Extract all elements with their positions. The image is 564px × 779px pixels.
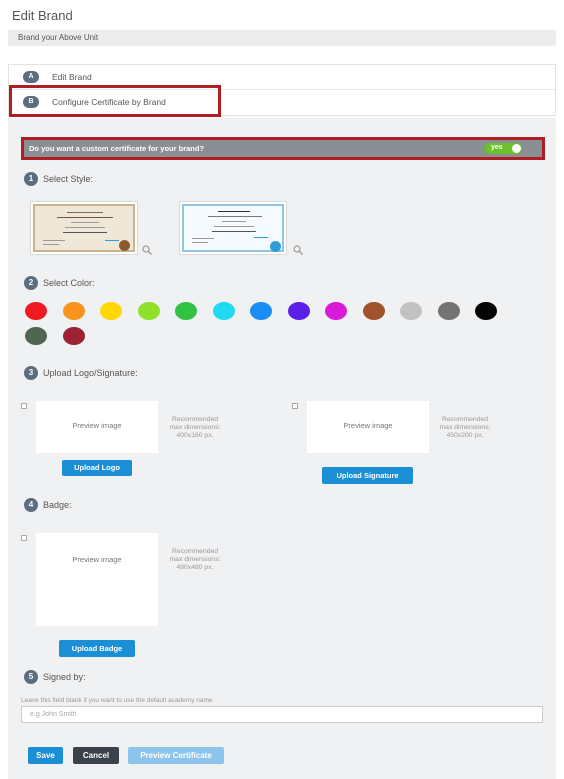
- section-title-signed-by: Signed by:: [43, 672, 86, 682]
- upload-logo-button[interactable]: Upload Logo: [62, 460, 132, 476]
- section-title-color: Select Color:: [43, 278, 95, 288]
- upload-signature-button[interactable]: Upload Signature: [322, 467, 413, 484]
- badge-preview: Preview image: [36, 533, 158, 626]
- color-swatch[interactable]: [175, 302, 197, 320]
- section-number: 3: [24, 366, 38, 380]
- preview-certificate-button[interactable]: Preview Certificate: [128, 747, 224, 764]
- signed-by-input[interactable]: [21, 706, 543, 723]
- color-swatch[interactable]: [437, 302, 460, 320]
- color-swatch[interactable]: [62, 327, 85, 345]
- color-swatch[interactable]: [362, 302, 385, 320]
- color-swatch[interactable]: [137, 302, 160, 320]
- color-swatch[interactable]: [325, 302, 347, 320]
- signature-checkbox[interactable]: [292, 403, 298, 409]
- zoom-icon[interactable]: [293, 245, 303, 255]
- seal-icon: [270, 241, 281, 252]
- section-title-upload: Upload Logo/Signature:: [43, 368, 138, 378]
- highlight-box: [21, 137, 545, 160]
- certificate-thumbnail: [182, 204, 284, 252]
- section-number: 2: [24, 276, 38, 290]
- cancel-button[interactable]: Cancel: [73, 747, 119, 764]
- page-title: Edit Brand: [12, 8, 73, 23]
- section-title-style: Select Style:: [43, 174, 94, 184]
- color-swatch[interactable]: [62, 302, 85, 320]
- color-swatch[interactable]: [212, 302, 235, 320]
- upload-badge-button[interactable]: Upload Badge: [59, 640, 135, 657]
- color-swatch[interactable]: [100, 302, 122, 320]
- logo-checkbox[interactable]: [21, 403, 27, 409]
- color-swatch[interactable]: [287, 302, 310, 320]
- badge-recommendation: Recommended max dimensions: 480x480 px.: [169, 548, 221, 571]
- page-subtitle-bar: Brand your Above Unit: [8, 30, 556, 46]
- section-number: 4: [24, 498, 38, 512]
- preview-text: Preview image: [343, 421, 393, 430]
- section-number: 1: [24, 172, 38, 186]
- signature-recommendation: Recommended max dimensions: 450x200 px.: [439, 416, 491, 439]
- page-subtitle: Brand your Above Unit: [18, 33, 99, 42]
- zoom-icon[interactable]: [142, 245, 152, 255]
- certificate-thumbnail: [33, 204, 135, 252]
- signature-preview: Preview image: [307, 401, 429, 453]
- seal-icon: [119, 240, 130, 251]
- signed-by-hint: Leave this field blank if you want to us…: [21, 697, 213, 704]
- preview-text: Preview image: [72, 555, 122, 564]
- step-badge: A: [23, 71, 39, 83]
- section-title-badge: Badge:: [43, 500, 72, 510]
- color-swatch[interactable]: [400, 302, 422, 320]
- section-number: 5: [24, 670, 38, 684]
- logo-recommendation: Recommended max dimensions: 400x160 px.: [169, 416, 221, 439]
- save-button[interactable]: Save: [28, 747, 63, 764]
- preview-text: Preview image: [72, 421, 122, 430]
- color-swatch[interactable]: [250, 302, 272, 320]
- logo-preview: Preview image: [36, 401, 158, 453]
- badge-checkbox[interactable]: [21, 535, 27, 541]
- accordion-label: Edit Brand: [52, 72, 92, 82]
- color-swatch[interactable]: [475, 302, 497, 320]
- certificate-style-classic[interactable]: [30, 201, 138, 255]
- certificate-style-modern[interactable]: [179, 201, 287, 255]
- highlight-box: [9, 85, 221, 117]
- color-swatch[interactable]: [25, 302, 47, 320]
- color-swatch[interactable]: [25, 327, 47, 345]
